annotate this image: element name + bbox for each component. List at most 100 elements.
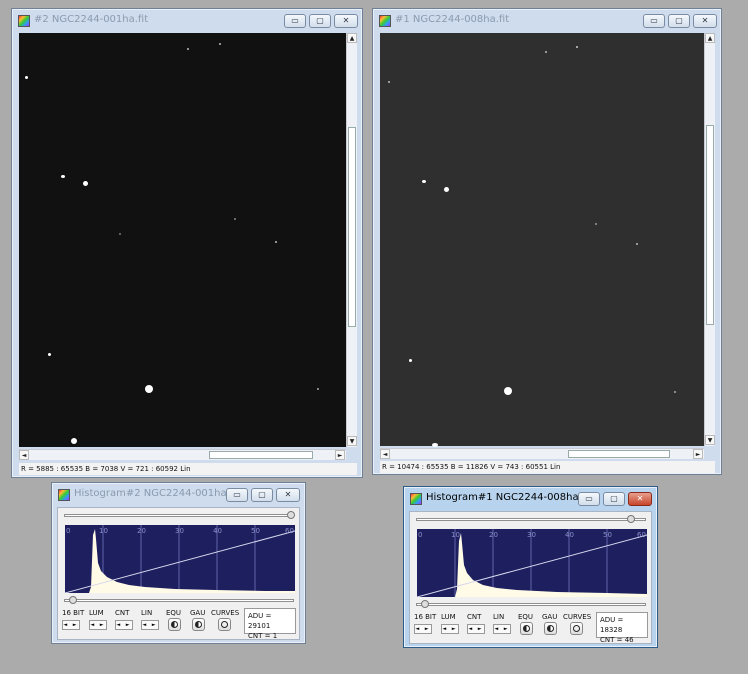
half-circle-icon bbox=[547, 625, 554, 632]
histogram-window-1[interactable]: Histogram#1 NGC2244-008ha.fit ▭ ▢ ✕ 0 10… bbox=[403, 486, 658, 648]
maximize-button[interactable]: ▢ bbox=[603, 492, 625, 506]
image-window-1[interactable]: #1 NGC2244-008ha.fit ▭ ▢ ✕ ▲ ▼ ◄ ► R = 1… bbox=[372, 8, 722, 475]
titlebar[interactable]: #1 NGC2244-008ha.fit ▭ ▢ ✕ bbox=[373, 9, 721, 33]
slider-knob[interactable] bbox=[627, 515, 635, 523]
scroll-thumb[interactable] bbox=[209, 451, 313, 459]
lin-stepper[interactable]: ◄ ► bbox=[493, 624, 511, 634]
star bbox=[432, 443, 438, 447]
star bbox=[219, 43, 221, 45]
image-window-2[interactable]: #2 NGC2244-001ha.fit ▭ ▢ ✕ ▲ ▼ ◄ ► R = 5… bbox=[11, 8, 363, 478]
equ-label: EQU bbox=[166, 609, 182, 617]
scroll-up-button[interactable]: ▲ bbox=[347, 33, 357, 43]
equalize-button[interactable] bbox=[520, 622, 533, 635]
titlebar[interactable]: #2 NGC2244-001ha.fit ▭ ▢ ✕ bbox=[12, 9, 362, 33]
lum-stepper[interactable]: ◄ ► bbox=[441, 624, 459, 634]
cnt-stepper[interactable]: ◄ ► bbox=[467, 624, 485, 634]
histogram-panel: 0 10 20 30 40 50 60 16 BIT LUM CNT LIN E… bbox=[409, 511, 652, 644]
minimize-button[interactable]: ▭ bbox=[578, 492, 600, 506]
pixel-status-bar: R = 5885 : 65535 B = 7038 V = 721 : 6059… bbox=[19, 463, 357, 475]
star bbox=[444, 187, 449, 192]
scroll-thumb[interactable] bbox=[348, 127, 356, 327]
axis-tick: 60 bbox=[285, 527, 294, 535]
histogram-panel: 0 10 20 30 40 50 60 16 BIT LUM CNT LIN E… bbox=[57, 507, 300, 640]
star bbox=[674, 391, 676, 393]
lum-stepper[interactable]: ◄ ► bbox=[89, 620, 107, 630]
star bbox=[83, 181, 88, 186]
scroll-left-button[interactable]: ◄ bbox=[19, 450, 29, 460]
horizontal-scrollbar[interactable]: ◄ ► bbox=[380, 448, 704, 459]
vertical-scrollbar[interactable]: ▲ ▼ bbox=[704, 33, 715, 446]
lin-stepper[interactable]: ◄ ► bbox=[141, 620, 159, 630]
close-button[interactable]: ✕ bbox=[693, 14, 717, 28]
equ-label: EQU bbox=[518, 613, 534, 621]
bit-depth-label: 16 BIT bbox=[414, 613, 437, 621]
scroll-up-button[interactable]: ▲ bbox=[705, 33, 715, 43]
maximize-button[interactable]: ▢ bbox=[251, 488, 273, 502]
maximize-button[interactable]: ▢ bbox=[309, 14, 331, 28]
close-button[interactable]: ✕ bbox=[276, 488, 300, 502]
close-button[interactable]: ✕ bbox=[334, 14, 358, 28]
astro-image[interactable] bbox=[380, 33, 704, 447]
half-circle-icon bbox=[195, 621, 202, 628]
minimize-button[interactable]: ▭ bbox=[226, 488, 248, 502]
maximize-button[interactable]: ▢ bbox=[668, 14, 690, 28]
slider-knob[interactable] bbox=[287, 511, 295, 519]
minimize-button[interactable]: ▭ bbox=[643, 14, 665, 28]
bit-depth-label: 16 BIT bbox=[62, 609, 85, 617]
vertical-scrollbar[interactable]: ▲ ▼ bbox=[346, 33, 357, 447]
astro-image[interactable] bbox=[19, 33, 346, 447]
star bbox=[504, 387, 512, 395]
histogram-plot[interactable]: 0 10 20 30 40 50 60 bbox=[65, 525, 295, 593]
gaussian-button[interactable] bbox=[544, 622, 557, 635]
scroll-right-button[interactable]: ► bbox=[335, 450, 345, 460]
bit-depth-stepper[interactable]: ◄ ► bbox=[62, 620, 80, 630]
scroll-thumb[interactable] bbox=[568, 450, 670, 458]
star bbox=[317, 388, 319, 390]
scroll-down-button[interactable]: ▼ bbox=[347, 436, 357, 446]
gau-label: GAU bbox=[190, 609, 206, 617]
histogram-graph bbox=[417, 529, 647, 597]
star bbox=[48, 353, 51, 356]
window-title: Histogram#1 NGC2244-008ha.fit bbox=[426, 492, 593, 503]
curves-button[interactable] bbox=[218, 618, 231, 631]
lum-label: LUM bbox=[441, 613, 456, 621]
scroll-thumb[interactable] bbox=[706, 125, 714, 325]
star bbox=[545, 51, 547, 53]
axis-tick: 20 bbox=[137, 527, 146, 535]
scroll-right-button[interactable]: ► bbox=[693, 449, 703, 459]
white-point-slider[interactable] bbox=[64, 511, 295, 519]
lin-label: LIN bbox=[493, 613, 505, 621]
black-point-slider[interactable] bbox=[416, 600, 646, 608]
close-button[interactable]: ✕ bbox=[628, 492, 652, 506]
black-point-slider[interactable] bbox=[64, 596, 294, 604]
scroll-left-button[interactable]: ◄ bbox=[380, 449, 390, 459]
curves-button[interactable] bbox=[570, 622, 583, 635]
histogram-plot[interactable]: 0 10 20 30 40 50 60 bbox=[417, 529, 647, 597]
curve-icon bbox=[221, 621, 228, 628]
minimize-button[interactable]: ▭ bbox=[284, 14, 306, 28]
horizontal-scrollbar[interactable]: ◄ ► bbox=[19, 449, 346, 460]
star bbox=[595, 223, 597, 225]
rainbow-square-icon bbox=[18, 15, 30, 27]
rainbow-square-icon bbox=[379, 15, 391, 27]
half-circle-icon bbox=[171, 621, 178, 628]
bit-depth-stepper[interactable]: ◄ ► bbox=[414, 624, 432, 634]
scroll-down-button[interactable]: ▼ bbox=[705, 435, 715, 445]
axis-tick: 40 bbox=[565, 531, 574, 539]
slider-knob[interactable] bbox=[421, 600, 429, 608]
star bbox=[576, 46, 578, 48]
window-title: Histogram#2 NGC2244-001ha.fit bbox=[74, 488, 241, 499]
histogram-window-2[interactable]: Histogram#2 NGC2244-001ha.fit ▭ ▢ ✕ 0 10… bbox=[51, 482, 306, 644]
axis-tick: 40 bbox=[213, 527, 222, 535]
titlebar[interactable]: Histogram#2 NGC2244-001ha.fit ▭ ▢ ✕ bbox=[52, 483, 305, 507]
star bbox=[388, 81, 390, 83]
cnt-stepper[interactable]: ◄ ► bbox=[115, 620, 133, 630]
cnt-label: CNT bbox=[115, 609, 130, 617]
titlebar[interactable]: Histogram#1 NGC2244-008ha.fit ▭ ▢ ✕ bbox=[404, 487, 657, 511]
slider-knob[interactable] bbox=[69, 596, 77, 604]
curves-label: CURVES bbox=[211, 609, 240, 617]
white-point-slider[interactable] bbox=[416, 515, 646, 523]
equalize-button[interactable] bbox=[168, 618, 181, 631]
gaussian-button[interactable] bbox=[192, 618, 205, 631]
window-title: #1 NGC2244-008ha.fit bbox=[395, 14, 510, 25]
